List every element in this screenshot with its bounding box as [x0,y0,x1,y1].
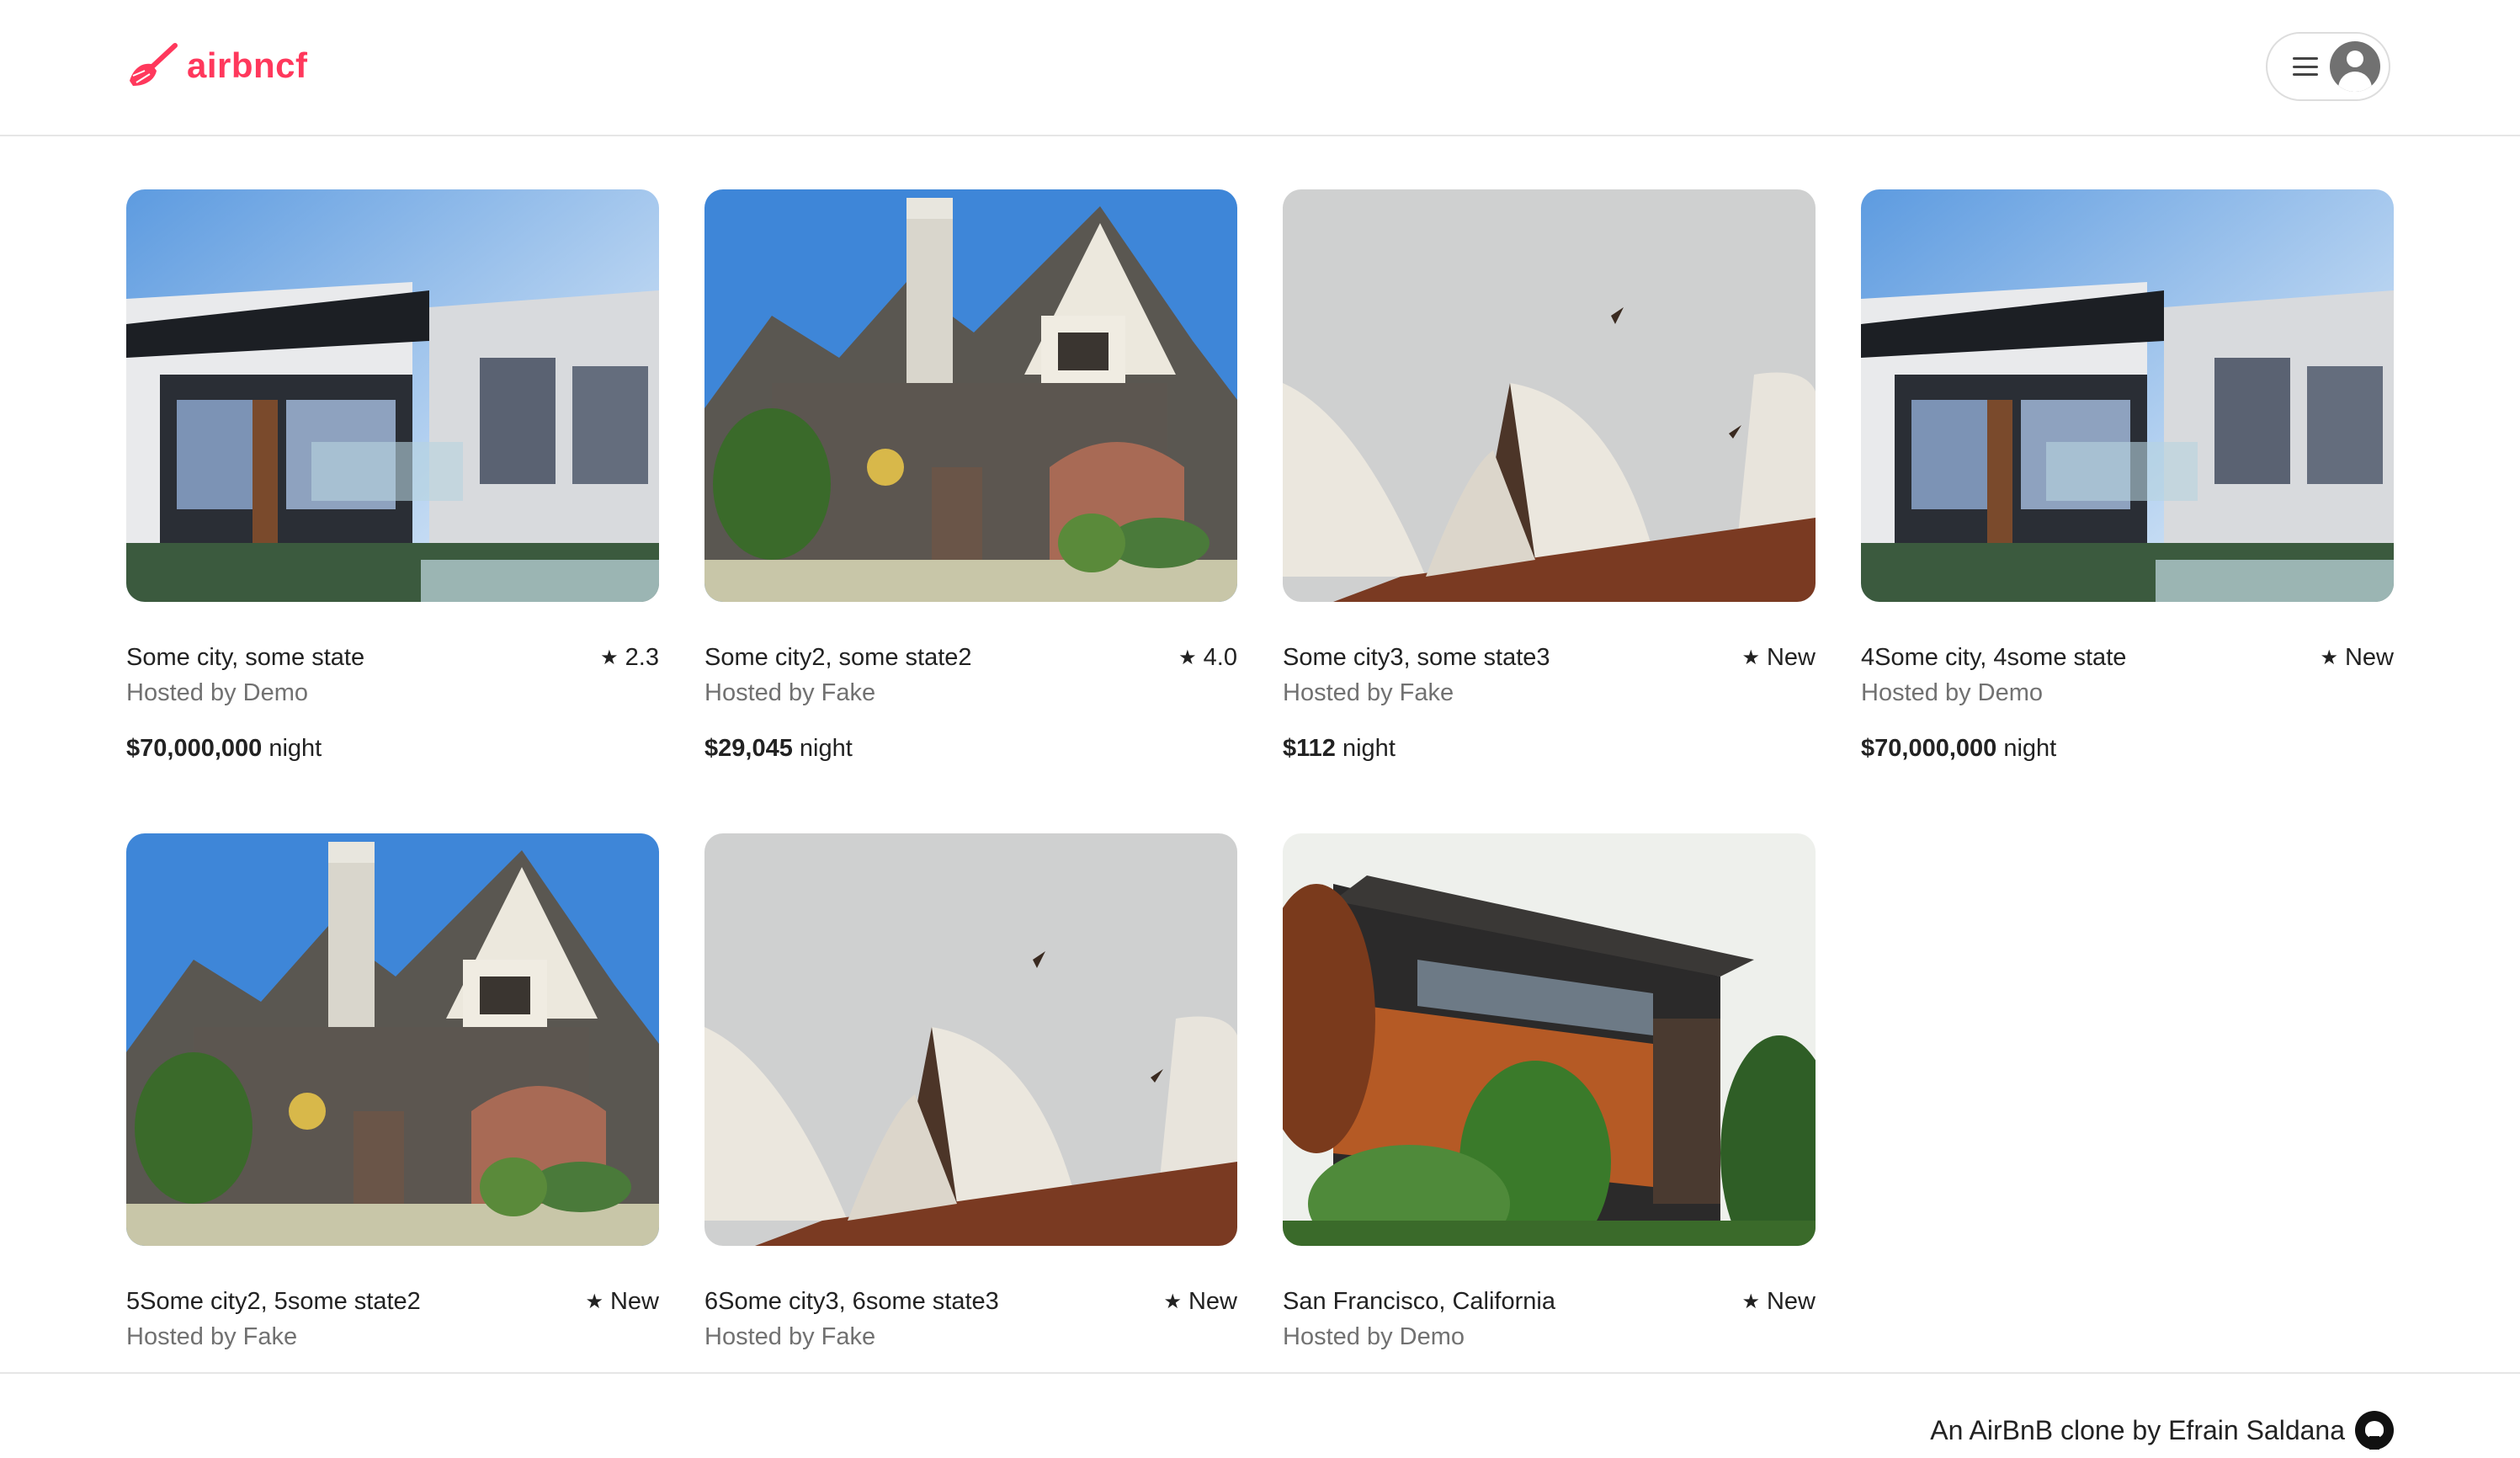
listing-rating: ★ New [1741,1288,1816,1315]
listing-photo[interactable] [704,833,1237,1246]
github-icon[interactable] [2355,1411,2394,1450]
listing-rating: ★ New [2320,644,2394,671]
listing-rating: ★ New [585,1288,659,1315]
listing-location: 4Some city, 4some state [1861,644,2127,671]
modern-house-image [1861,189,2394,602]
modern-house-image [126,189,659,602]
listing-location: Some city2, some state2 [704,644,972,671]
listing-card[interactable]: 6Some city3, 6some state3 ★ New Hosted by… [704,833,1237,1350]
listing-location: Some city, some state [126,644,365,671]
hamburger-menu-icon [2293,57,2318,76]
listing-card[interactable]: San Francisco, California ★ New Hosted by… [1283,833,1816,1350]
listing-card[interactable]: 5Some city2, 5some state2 ★ New Hosted by… [126,833,659,1350]
victorian-house-image [126,833,659,1246]
brand-logo[interactable]: airbncf [126,42,308,89]
profile-menu-button[interactable] [2266,32,2390,101]
listing-photo[interactable] [1283,189,1816,602]
footer-credit: An AirBnB clone by Efrain Saldana [1930,1411,2394,1450]
listing-price: $29,045 night [704,735,853,762]
footer-credit-text: An AirBnB clone by Efrain Saldana [1930,1414,2345,1445]
listing-card[interactable]: Some city2, some state2 ★ 4.0 Hosted by F… [704,189,1237,762]
listing-host: Hosted by Demo [1283,1323,1465,1350]
star-icon: ★ [2320,647,2338,669]
opera-house-image [704,833,1237,1246]
listing-photo[interactable] [704,189,1237,602]
listing-price: $70,000,000 night [1861,735,2057,762]
listing-card[interactable]: Some city3, some state3 ★ New Hosted by F… [1283,189,1816,762]
listing-host: Hosted by Fake [704,679,876,706]
star-icon: ★ [585,1290,603,1313]
star-icon: ★ [1178,647,1197,669]
listing-photo[interactable] [1283,833,1816,1246]
listing-price: $70,000,000 night [126,735,322,762]
listing-rating: ★ New [1741,644,1816,671]
listing-location: San Francisco, California [1283,1288,1555,1315]
listing-card[interactable]: Some city, some state ★ 2.3 Hosted by Dem… [126,189,659,762]
listing-host: Hosted by Fake [1283,679,1454,706]
star-icon: ★ [600,647,619,669]
listing-photo[interactable] [126,833,659,1246]
broom-logo-icon [130,43,178,86]
listing-rating: ★ 2.3 [600,644,659,671]
listing-rating: ★ New [1163,1288,1237,1315]
brand-name: airbncf [187,45,308,85]
victorian-house-image [704,189,1237,602]
listing-host: Hosted by Demo [126,679,308,706]
star-icon: ★ [1163,1290,1182,1313]
opera-house-image [1283,189,1816,602]
listing-host: Hosted by Demo [1861,679,2043,706]
listing-host: Hosted by Fake [126,1323,298,1350]
page-footer: An AirBnB clone by Efrain Saldana [0,1372,2520,1458]
listing-location: Some city3, some state3 [1283,644,1550,671]
listing-card[interactable]: 4Some city, 4some state ★ New Hosted by D… [1861,189,2394,762]
rust-facade-house-image [1283,833,1816,1246]
listing-location: 6Some city3, 6some state3 [704,1288,999,1315]
listing-location: 5Some city2, 5some state2 [126,1288,421,1315]
listing-host: Hosted by Fake [704,1323,876,1350]
listing-photo[interactable] [1861,189,2394,602]
listing-price: $112 night [1283,735,1396,762]
listing-rating: ★ 4.0 [1178,644,1237,671]
listing-photo[interactable] [126,189,659,602]
top-nav: airbncf [0,0,2520,136]
star-icon: ★ [1741,1290,1760,1313]
user-avatar-icon [2330,41,2380,92]
star-icon: ★ [1741,647,1760,669]
